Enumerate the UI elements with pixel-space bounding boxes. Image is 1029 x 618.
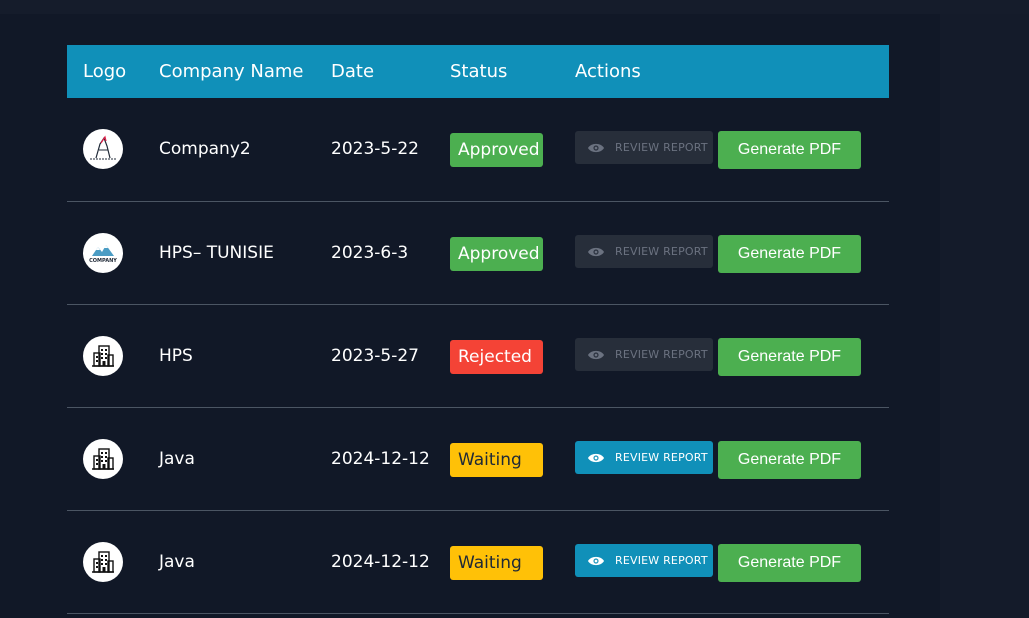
eye-icon: [587, 142, 605, 154]
table-row: HPS 2023-5-27 Rejected REVIEW REPORT Generat…: [67, 305, 889, 408]
submission-date: 2023-5-27: [331, 346, 419, 366]
review-report-label: REVIEW REPORT: [615, 348, 708, 361]
header-actions: Actions: [575, 61, 641, 82]
review-report-button[interactable]: REVIEW REPORT: [575, 441, 713, 474]
review-report-label: REVIEW REPORT: [615, 141, 708, 154]
logo-text: COMPANY: [89, 258, 117, 264]
generate-pdf-button[interactable]: Generate PDF: [718, 338, 861, 376]
header-date: Date: [331, 61, 375, 82]
building-icon: [83, 542, 123, 582]
company-name: HPS– TUNISIE: [159, 243, 274, 263]
company2-logo: [83, 129, 123, 169]
eye-icon: [587, 349, 605, 361]
company-mountain-logo: COMPANY: [83, 233, 123, 273]
status-badge: Waiting: [450, 443, 543, 477]
review-report-button: REVIEW REPORT: [575, 338, 713, 371]
eye-icon: [587, 246, 605, 258]
submission-date: 2024-12-12: [331, 449, 430, 469]
right-panel: [940, 14, 1029, 618]
status-badge: Approved: [450, 133, 543, 167]
status-badge: Rejected: [450, 340, 543, 374]
top-bar: [0, 0, 1029, 14]
header-logo: Logo: [83, 61, 127, 82]
table-row: Java 2024-12-12 Waiting REVIEW REPORT Genera…: [67, 408, 889, 511]
header-status: Status: [450, 61, 508, 82]
review-report-label: REVIEW REPORT: [615, 245, 708, 258]
review-report-button[interactable]: REVIEW REPORT: [575, 544, 713, 577]
companies-table: Logo Company Name Date Status Actions Co…: [67, 45, 889, 614]
eye-icon: [587, 452, 605, 464]
company-name: Company2: [159, 139, 251, 159]
generate-pdf-button[interactable]: Generate PDF: [718, 235, 861, 273]
generate-pdf-button[interactable]: Generate PDF: [718, 131, 861, 169]
submission-date: 2024-12-12: [331, 552, 430, 572]
status-badge: Waiting: [450, 546, 543, 580]
company-name: HPS: [159, 346, 193, 366]
building-icon: [83, 336, 123, 376]
table-row: COMPANY HPS– TUNISIE 2023-6-3 Approved REVIE…: [67, 202, 889, 305]
building-icon: [83, 439, 123, 479]
table-body: Company2 2023-5-22 Approved REVIEW REPORT Ge…: [67, 98, 889, 614]
table-row: Java 2024-12-12 Waiting REVIEW REPORT Genera…: [67, 511, 889, 614]
review-report-button: REVIEW REPORT: [575, 235, 713, 268]
review-report-label: REVIEW REPORT: [615, 451, 708, 464]
table-row: Company2 2023-5-22 Approved REVIEW REPORT Ge…: [67, 98, 889, 202]
company-name: Java: [159, 552, 195, 572]
company-name: Java: [159, 449, 195, 469]
status-badge: Approved: [450, 237, 543, 271]
header-company-name: Company Name: [159, 61, 304, 82]
generate-pdf-button[interactable]: Generate PDF: [718, 544, 861, 582]
submission-date: 2023-5-22: [331, 139, 419, 159]
generate-pdf-button[interactable]: Generate PDF: [718, 441, 861, 479]
submission-date: 2023-6-3: [331, 243, 409, 263]
review-report-label: REVIEW REPORT: [615, 554, 708, 567]
table-header: Logo Company Name Date Status Actions: [67, 45, 889, 98]
review-report-button: REVIEW REPORT: [575, 131, 713, 164]
eye-icon: [587, 555, 605, 567]
